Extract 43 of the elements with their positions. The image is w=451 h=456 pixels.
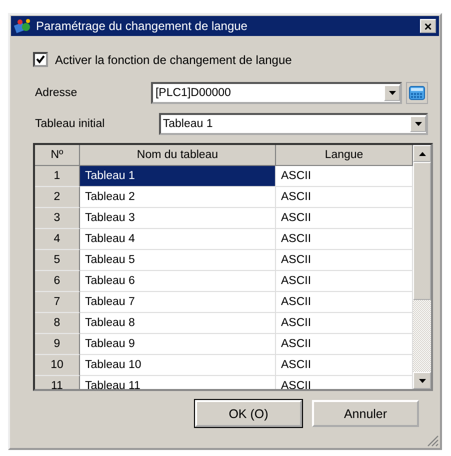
table-cell[interactable]: Tableau 5 bbox=[80, 250, 276, 271]
row-number: 6 bbox=[35, 271, 80, 292]
table-cell[interactable]: Tableau 10 bbox=[80, 355, 276, 376]
checkbox[interactable] bbox=[33, 52, 48, 67]
table-cell[interactable]: Tableau 6 bbox=[80, 271, 276, 292]
scrollbar[interactable] bbox=[413, 145, 431, 389]
row-number: 10 bbox=[35, 355, 80, 376]
cancel-button[interactable]: Annuler bbox=[312, 400, 419, 427]
window-title: Paramétrage du changement de langue bbox=[36, 19, 248, 33]
row-number: 11 bbox=[35, 376, 80, 389]
checkbox-label: Activer la fonction de changement de langue bbox=[55, 52, 292, 66]
dropdown-arrow-icon[interactable] bbox=[414, 122, 422, 126]
address-combo[interactable]: [PLC1]D00000 bbox=[151, 82, 402, 104]
column-header: Nom du tableau bbox=[80, 145, 276, 166]
row-number: 5 bbox=[35, 250, 80, 271]
row-number: 2 bbox=[35, 187, 80, 208]
row-number: 9 bbox=[35, 334, 80, 355]
ok-button[interactable]: OK (O) bbox=[195, 400, 302, 427]
field-label: Tableau initial bbox=[35, 118, 106, 130]
close-button[interactable]: × bbox=[420, 19, 436, 33]
table-cell[interactable]: Tableau 8 bbox=[80, 313, 276, 334]
row-number: 8 bbox=[35, 313, 80, 334]
table-cell[interactable]: Tableau 4 bbox=[80, 229, 276, 250]
table-cell[interactable]: Tableau 1 bbox=[80, 166, 276, 187]
dropdown-arrow-icon[interactable] bbox=[388, 91, 396, 95]
column-header: Nº bbox=[35, 145, 80, 166]
row-number: 1 bbox=[35, 166, 80, 187]
table-cell[interactable]: Tableau 9 bbox=[80, 334, 276, 355]
keypad-button[interactable] bbox=[406, 82, 428, 104]
scroll-up-icon[interactable] bbox=[418, 152, 426, 156]
resize-grip[interactable] bbox=[427, 435, 439, 447]
table-cell[interactable]: Tableau 3 bbox=[80, 208, 276, 229]
row-number: 3 bbox=[35, 208, 80, 229]
scroll-down-icon[interactable] bbox=[418, 378, 426, 382]
table-cell[interactable]: Tableau 2 bbox=[80, 187, 276, 208]
row-number: 4 bbox=[35, 229, 80, 250]
row-number: 7 bbox=[35, 292, 80, 313]
column-header: Langue bbox=[276, 145, 413, 166]
field-label: Adresse bbox=[35, 87, 78, 99]
table-cell[interactable]: Tableau 11 bbox=[80, 376, 276, 389]
table-cell[interactable]: Tableau 7 bbox=[80, 292, 276, 313]
app-icon bbox=[14, 18, 32, 34]
initial-table-combo[interactable]: Tableau 1 bbox=[158, 113, 428, 135]
